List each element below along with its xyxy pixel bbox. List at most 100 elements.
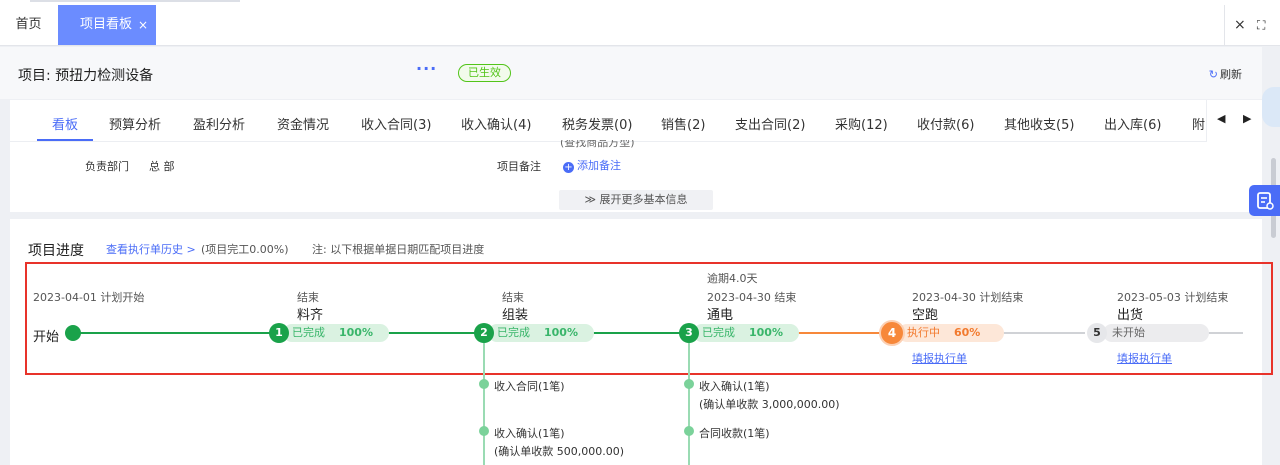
milestone-3-branch bbox=[688, 343, 690, 465]
milestone-2-status-text: 已完成 bbox=[497, 326, 530, 339]
nav-tab-expense-contract[interactable]: 支出合同(2) bbox=[735, 114, 805, 133]
progress-note: 注: 以下根据单据日期匹配项目进度 bbox=[312, 243, 485, 256]
highlight-box bbox=[25, 262, 1273, 375]
milestone-3-pct: 100% bbox=[749, 326, 783, 339]
nav-tab-other[interactable]: 其他收支(5) bbox=[1004, 114, 1074, 133]
sub-2-2-dot bbox=[479, 426, 489, 436]
milestone-4-pct: 60% bbox=[954, 326, 981, 339]
milestone-5-report-link[interactable]: 填报执行单 bbox=[1117, 350, 1172, 366]
milestone-4-status-text: 执行中 bbox=[907, 326, 940, 339]
milestone-2-status: 已完成 100% bbox=[488, 324, 594, 342]
milestone-5-name: 出货 bbox=[1117, 308, 1144, 323]
progress-title: 项目进度 bbox=[28, 243, 84, 259]
page-title: 项目: 预扭力检测设备 bbox=[18, 68, 154, 84]
expand-info-button[interactable]: ≫ 展开更多基本信息 bbox=[559, 190, 713, 210]
milestone-1-status: 已完成 100% bbox=[283, 324, 389, 342]
nav-tab-tax-invoice[interactable]: 税务发票(0) bbox=[562, 114, 632, 133]
milestone-3-overdue: 逾期4.0天 bbox=[707, 272, 758, 285]
board-nav: 看板 预算分析 盈利分析 资金情况 收入合同(3) 收入确认(4) 税务发票(0… bbox=[10, 100, 1262, 142]
sub-3-1-title[interactable]: 收入确认(1笔) bbox=[699, 378, 770, 394]
milestone-1-top: 结束 bbox=[297, 291, 319, 304]
start-node bbox=[65, 325, 81, 341]
start-date: 2023-04-01 计划开始 bbox=[33, 291, 145, 304]
milestone-4-node[interactable]: 4 bbox=[879, 320, 905, 346]
milestone-1-pct: 100% bbox=[339, 326, 373, 339]
completion-text: (项目完工0.00%) bbox=[201, 243, 289, 256]
dept-label: 负责部门 bbox=[85, 160, 129, 173]
milestone-4-status: 执行中 60% bbox=[898, 324, 1004, 342]
milestone-3-top: 2023-04-30 结束 bbox=[707, 291, 797, 304]
sub-3-1-detail: (确认单收款 3,000,000.00) bbox=[699, 398, 840, 411]
milestone-2-branch bbox=[483, 343, 485, 465]
nav-tab-payments[interactable]: 收付款(6) bbox=[917, 114, 974, 133]
add-note-label: 添加备注 bbox=[577, 159, 621, 172]
nav-tab-attachments[interactable]: 附 bbox=[1192, 114, 1205, 133]
float-form-button[interactable] bbox=[1249, 185, 1280, 216]
nav-tab-sales[interactable]: 销售(2) bbox=[661, 114, 705, 133]
nav-scroll-controls: ◀ ▶ bbox=[1206, 100, 1262, 142]
milestone-3-status: 已完成 100% bbox=[693, 324, 799, 342]
milestone-4-top: 2023-04-30 计划结束 bbox=[912, 291, 1024, 304]
nav-tab-profit[interactable]: 盈利分析 bbox=[193, 114, 245, 133]
milestone-2-top: 结束 bbox=[502, 291, 524, 304]
sub-3-2-title[interactable]: 合同收款(1笔) bbox=[699, 425, 770, 441]
start-label: 开始 bbox=[33, 330, 60, 345]
milestone-2-node[interactable]: 2 bbox=[474, 323, 494, 343]
plus-icon: + bbox=[563, 162, 574, 173]
sub-2-2-title[interactable]: 收入确认(1笔) bbox=[494, 425, 565, 441]
basic-info: (查找商品方型) 负责部门 总 部 项目备注 + 添加备注 ≫ 展开更多基本信息 bbox=[10, 140, 1262, 212]
nav-tab-stock[interactable]: 出入库(6) bbox=[1104, 114, 1161, 133]
note-label: 项目备注 bbox=[497, 160, 541, 173]
nav-tab-purchase[interactable]: 采购(12) bbox=[835, 114, 888, 133]
milestone-1-name: 料齐 bbox=[297, 308, 324, 323]
milestone-4-report-link[interactable]: 填报执行单 bbox=[912, 350, 967, 366]
dept-value: 总 部 bbox=[149, 160, 175, 173]
more-icon[interactable]: ··· bbox=[416, 59, 437, 78]
milestone-5-top: 2023-05-03 计划结束 bbox=[1117, 291, 1229, 304]
window-controls: × ⛶ bbox=[1224, 5, 1280, 45]
top-strip bbox=[30, 0, 240, 2]
tab-project-board-label: 项目看板 bbox=[80, 17, 133, 32]
tab-home[interactable]: 首页 bbox=[0, 5, 57, 45]
nav-tab-budget[interactable]: 预算分析 bbox=[109, 114, 161, 133]
milestone-3-node[interactable]: 3 bbox=[679, 323, 699, 343]
milestone-3-status-text: 已完成 bbox=[702, 326, 735, 339]
scroll-right-icon[interactable]: ▶ bbox=[1243, 112, 1251, 125]
refresh-label: 刷新 bbox=[1220, 68, 1242, 81]
milestone-2-name: 组装 bbox=[502, 308, 529, 323]
refresh-button[interactable]: ↻ 刷新 bbox=[1209, 66, 1242, 82]
milestone-5-status: 未开始 bbox=[1103, 324, 1209, 342]
assistant-avatar[interactable] bbox=[1262, 87, 1280, 127]
milestone-3-name: 通电 bbox=[707, 308, 734, 323]
refresh-icon: ↻ bbox=[1208, 68, 1218, 81]
milestone-2-pct: 100% bbox=[544, 326, 578, 339]
scroll-left-icon[interactable]: ◀ bbox=[1217, 112, 1225, 125]
sub-3-1-dot bbox=[684, 379, 694, 389]
sub-2-2-detail: (确认单收款 500,000.00) bbox=[494, 445, 625, 458]
top-tab-bar: 首页 项目看板 × × ⛶ bbox=[0, 0, 1280, 46]
project-header: 项目: 预扭力检测设备 ··· 已生效 ↻ 刷新 bbox=[0, 47, 1262, 99]
close-tab-icon[interactable]: × bbox=[138, 5, 148, 45]
clipped-text: (查找商品方型) bbox=[560, 140, 635, 148]
status-badge: 已生效 bbox=[458, 64, 511, 82]
sub-2-1-title[interactable]: 收入合同(1笔) bbox=[494, 378, 565, 394]
fullscreen-icon[interactable]: ⛶ bbox=[1257, 18, 1265, 33]
timeline-segment-1 bbox=[80, 332, 270, 334]
nav-tab-funds[interactable]: 资金情况 bbox=[277, 114, 329, 133]
milestone-1-node[interactable]: 1 bbox=[269, 323, 289, 343]
milestone-4-name: 空跑 bbox=[912, 308, 939, 323]
milestone-1-status-text: 已完成 bbox=[292, 326, 325, 339]
history-link[interactable]: 查看执行单历史 > bbox=[106, 241, 196, 257]
tab-project-board[interactable]: 项目看板 × bbox=[58, 5, 156, 45]
add-note-button[interactable]: + 添加备注 bbox=[563, 157, 621, 173]
sub-2-1-dot bbox=[479, 379, 489, 389]
close-icon[interactable]: × bbox=[1234, 17, 1246, 33]
milestone-5-status-text: 未开始 bbox=[1112, 326, 1145, 339]
sub-3-2-dot bbox=[684, 426, 694, 436]
form-icon bbox=[1257, 192, 1274, 210]
milestone-5-node[interactable]: 5 bbox=[1087, 323, 1107, 343]
nav-tab-board[interactable]: 看板 bbox=[52, 114, 78, 133]
active-tab-indicator bbox=[37, 139, 93, 141]
nav-tab-income-contract[interactable]: 收入合同(3) bbox=[361, 114, 431, 133]
nav-tab-income-confirm[interactable]: 收入确认(4) bbox=[461, 114, 531, 133]
